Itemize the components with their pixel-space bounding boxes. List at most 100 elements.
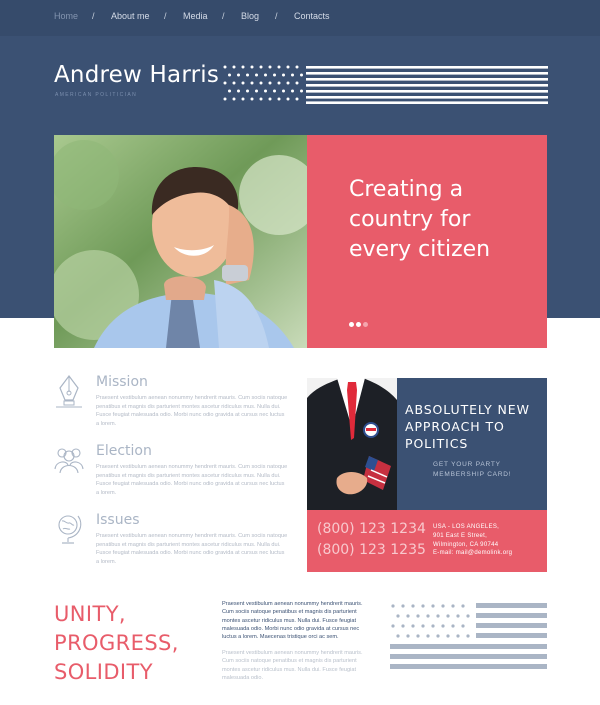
star-dot — [451, 604, 455, 608]
people-icon — [54, 448, 84, 474]
membership-promo[interactable]: ABSOLUTELY NEW APPROACH TO POLITICS GET … — [307, 378, 547, 572]
star-dot — [451, 624, 455, 628]
slider-dot[interactable] — [363, 322, 368, 327]
star-dot — [277, 81, 281, 85]
promo-cta[interactable]: GET YOUR PARTY MEMBERSHIP CARD! — [433, 460, 533, 479]
star-dot — [446, 634, 450, 638]
star-dot — [259, 65, 263, 69]
slider-pagination — [349, 314, 370, 332]
nav-item-about-me[interactable]: About me — [111, 11, 150, 21]
nav-item-home[interactable]: Home — [54, 11, 78, 21]
star-dot — [406, 614, 410, 618]
nav-item-contacts[interactable]: Contacts — [294, 11, 330, 21]
slider-dot[interactable] — [356, 322, 361, 327]
star-dot — [223, 97, 227, 101]
star-dot — [237, 73, 240, 77]
star-dot — [268, 65, 272, 69]
feature-title[interactable]: Issues — [96, 512, 140, 528]
star-dot — [406, 634, 410, 638]
star-dot — [286, 81, 290, 85]
star-dot — [268, 97, 272, 101]
star-dot — [295, 65, 299, 69]
star-dot — [259, 81, 263, 85]
star-dot — [246, 73, 249, 77]
star-dot — [241, 97, 245, 101]
star-dot — [300, 73, 303, 77]
nav-separator: / — [275, 11, 278, 21]
star-dot — [232, 97, 236, 101]
feature-text: Praesent vestibulum aenean nonummy hendr… — [96, 395, 288, 427]
star-dot — [431, 604, 435, 608]
nav-separator: / — [92, 11, 95, 21]
star-dot — [255, 89, 258, 93]
star-dot — [277, 97, 281, 101]
star-dot — [246, 89, 249, 93]
star-dot — [461, 604, 465, 608]
nav-separator: / — [222, 11, 225, 21]
promo-banner: ABSOLUTELY NEW APPROACH TO POLITICS GET … — [307, 378, 547, 510]
nav-separator: / — [164, 11, 167, 21]
star-dot — [232, 81, 236, 85]
star-dot — [411, 624, 415, 628]
hero-headline: Creating a country for every citizen — [349, 177, 491, 262]
star-dot — [232, 65, 236, 69]
feature-issues: Issues Praesent vestibulum aenean nonumm… — [54, 512, 294, 572]
pen-nib-icon — [56, 375, 82, 408]
star-dot — [456, 634, 460, 638]
star-dot — [441, 604, 445, 608]
globe-icon — [58, 515, 82, 544]
feature-mission: Mission Praesent vestibulum aenean nonum… — [54, 374, 294, 434]
nav-item-media[interactable]: Media — [183, 11, 208, 21]
star-dot — [259, 97, 263, 101]
feature-election: Election Praesent vestibulum aenean nonu… — [54, 443, 294, 503]
phone-number[interactable]: (800) 123 1235 — [317, 542, 426, 558]
star-dot — [295, 97, 299, 101]
star-dot — [421, 604, 425, 608]
star-dot — [446, 614, 450, 618]
site-logo-name[interactable]: Andrew Harris — [54, 62, 219, 88]
star-dot — [282, 89, 285, 93]
star-dot — [273, 73, 276, 77]
star-dot — [300, 89, 303, 93]
slider-dot[interactable] — [349, 322, 354, 327]
star-dot — [268, 81, 272, 85]
star-dot — [286, 65, 290, 69]
star-dot — [391, 604, 395, 608]
star-dot — [426, 634, 430, 638]
star-dot — [250, 81, 254, 85]
feature-title[interactable]: Election — [96, 443, 152, 459]
address-line: Wilmington, CA 90744 — [433, 541, 499, 548]
star-dot — [286, 97, 290, 101]
feature-title[interactable]: Mission — [96, 374, 148, 390]
star-dot — [411, 604, 415, 608]
star-dot — [396, 614, 400, 618]
star-dot — [416, 634, 420, 638]
star-dot — [228, 89, 231, 93]
address-line: USA - LOS ANGELES, — [433, 524, 500, 530]
star-dot — [228, 73, 231, 77]
flag-decoration-icon — [390, 603, 547, 669]
star-dot — [466, 614, 470, 618]
star-dot — [237, 89, 240, 93]
email-link[interactable]: E-mail: mail@demolink.org — [433, 549, 512, 558]
star-dot — [421, 624, 425, 628]
nav-item-blog[interactable]: Blog — [241, 11, 259, 21]
feature-text: Praesent vestibulum aenean nonummy hendr… — [96, 464, 288, 496]
star-dot — [426, 614, 430, 618]
star-dot — [436, 614, 440, 618]
star-dot — [461, 624, 465, 628]
phone-number[interactable]: (800) 123 1234 — [317, 521, 426, 537]
star-dot — [223, 65, 227, 69]
star-dot — [456, 614, 460, 618]
star-dot — [436, 634, 440, 638]
star-dot — [401, 604, 405, 608]
star-dot — [391, 624, 395, 628]
bottom-paragraph: Praesent vestibulum aenean nonummy hendr… — [222, 601, 363, 641]
star-dot — [291, 89, 294, 93]
star-dot — [255, 73, 258, 77]
star-dot — [223, 81, 227, 85]
feature-text: Praesent vestibulum aenean nonummy hendr… — [96, 533, 288, 565]
promo-headline: ABSOLUTELY NEW APPROACH TO POLITICS — [405, 402, 530, 451]
flag-emblem-icon — [223, 65, 548, 104]
star-dot — [264, 89, 267, 93]
